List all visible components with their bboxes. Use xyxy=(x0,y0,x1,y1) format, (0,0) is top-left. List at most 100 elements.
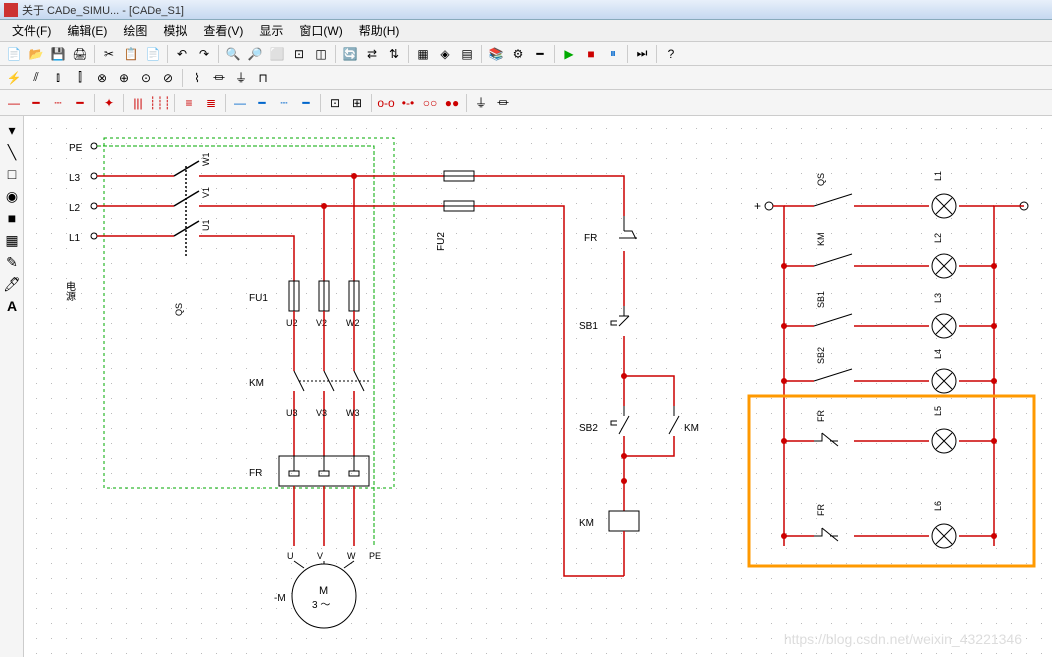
label-lad-km: KM xyxy=(816,233,826,247)
wire-blue-dash-icon[interactable]: ┄ xyxy=(274,93,294,113)
layer-icon[interactable]: ▤ xyxy=(457,44,477,64)
conn-3-icon[interactable]: ○○ xyxy=(420,93,440,113)
eyedrop-icon[interactable]: 🖊 xyxy=(2,274,22,294)
library-icon[interactable]: 📚 xyxy=(486,44,506,64)
circle-icon[interactable]: ◉ xyxy=(2,186,22,206)
comp-6-icon[interactable]: ⊕ xyxy=(114,68,134,88)
zoom-out-icon[interactable]: 🔎 xyxy=(245,44,265,64)
menu-draw[interactable]: 绘图 xyxy=(115,20,155,41)
undo-icon[interactable]: ↶ xyxy=(172,44,192,64)
cut-icon[interactable]: ✂ xyxy=(99,44,119,64)
label-lad-qs: QS xyxy=(816,173,826,186)
gnd-icon[interactable]: ⏚ xyxy=(471,93,491,113)
separator xyxy=(335,45,336,63)
snap-icon[interactable]: ◈ xyxy=(435,44,455,64)
comp-7-icon[interactable]: ⊙ xyxy=(136,68,156,88)
wire-blue2-icon[interactable]: ━ xyxy=(252,93,272,113)
label-km: KM xyxy=(249,378,264,389)
copy-icon[interactable]: 📋 xyxy=(121,44,141,64)
fill-rect-icon[interactable]: ■ xyxy=(2,208,22,228)
play-icon[interactable]: ▶ xyxy=(559,44,579,64)
menu-file[interactable]: 文件(F) xyxy=(4,20,59,41)
comp-3-icon[interactable]: ⫾ xyxy=(48,68,68,88)
label-pe: PE xyxy=(69,143,83,154)
bus3-icon[interactable]: ||| xyxy=(128,93,148,113)
toolbar-wires: — ━ ┄ ━ ✦ ||| ┊┊┊ ≡ ≣ — ━ ┄ ━ ⊡ ⊞ o-o •-… xyxy=(0,90,1052,116)
wire-blue-icon[interactable]: — xyxy=(230,93,250,113)
open-icon[interactable]: 📂 xyxy=(26,44,46,64)
stop-icon[interactable]: ■ xyxy=(581,44,601,64)
print-icon[interactable]: 🖨 xyxy=(70,44,90,64)
conn-2-icon[interactable]: •-• xyxy=(398,93,418,113)
rect-icon[interactable]: □ xyxy=(2,164,22,184)
comp-9-icon[interactable]: ⌇ xyxy=(187,68,207,88)
conn-4-icon[interactable]: ●● xyxy=(442,93,462,113)
wire-red-icon[interactable]: — xyxy=(4,93,24,113)
save-icon[interactable]: 💾 xyxy=(48,44,68,64)
new-icon[interactable]: 📄 xyxy=(4,44,24,64)
comp-4-icon[interactable]: ⫿ xyxy=(70,68,90,88)
wire-icon[interactable]: ━ xyxy=(530,44,550,64)
zoom-window-icon[interactable]: ⬜ xyxy=(267,44,287,64)
comp-12-icon[interactable]: ⊓ xyxy=(253,68,273,88)
term-1-icon[interactable]: ⊡ xyxy=(325,93,345,113)
menu-display[interactable]: 显示 xyxy=(251,20,291,41)
label-lad-l1: L1 xyxy=(933,171,943,181)
select-icon[interactable]: ▾ xyxy=(2,120,22,140)
comp-11-icon[interactable]: ⏚ xyxy=(231,68,251,88)
mirror-icon[interactable]: ⇄ xyxy=(362,44,382,64)
rotate-icon[interactable]: 🔄 xyxy=(340,44,360,64)
redo-icon[interactable]: ↷ xyxy=(194,44,214,64)
label-motor-3: 3 ～ xyxy=(312,600,330,611)
label-w: W xyxy=(347,551,356,561)
wire-red3-icon[interactable]: ━ xyxy=(70,93,90,113)
wire-blue3-icon[interactable]: ━ xyxy=(296,93,316,113)
help-icon[interactable]: ? xyxy=(661,44,681,64)
label-fu1: FU1 xyxy=(249,293,268,304)
zoom-extents-icon[interactable]: ◫ xyxy=(311,44,331,64)
toolbar-components: ⚡ ⫽ ⫾ ⫿ ⊗ ⊕ ⊙ ⊘ ⌇ ⏛ ⏚ ⊓ xyxy=(0,66,1052,90)
earth-icon[interactable]: ⏛ xyxy=(493,93,513,113)
highlight-box xyxy=(749,396,1034,566)
menu-edit[interactable]: 编辑(E) xyxy=(59,20,115,41)
separator xyxy=(218,45,219,63)
pause-icon[interactable]: ⏸ xyxy=(603,44,623,64)
comp-5-icon[interactable]: ⊗ xyxy=(92,68,112,88)
wire-red2-icon[interactable]: ━ xyxy=(26,93,46,113)
step-icon[interactable]: ⏭ xyxy=(632,44,652,64)
grid-icon[interactable]: ▦ xyxy=(413,44,433,64)
bus3b-icon[interactable]: ┊┊┊ xyxy=(150,93,170,113)
line-icon[interactable]: ╲ xyxy=(2,142,22,162)
comp-10-icon[interactable]: ⏛ xyxy=(209,68,229,88)
title-text: 关于 CADe_SIMU... - [CADe_S1] xyxy=(22,2,184,18)
menu-bar: 文件(F) 编辑(E) 绘图 模拟 查看(V) 显示 窗口(W) 帮助(H) xyxy=(0,20,1052,42)
bus-h-icon[interactable]: ≡ xyxy=(179,93,199,113)
node-icon[interactable]: ✦ xyxy=(99,93,119,113)
term-2-icon[interactable]: ⊞ xyxy=(347,93,367,113)
label-lad-fr2: FR xyxy=(816,504,826,516)
separator xyxy=(94,45,95,63)
label-v: V xyxy=(317,551,323,561)
canvas[interactable]: PE L3 L2 L1 电源 xyxy=(24,116,1052,657)
zoom-in-icon[interactable]: 🔍 xyxy=(223,44,243,64)
text-icon[interactable]: A xyxy=(2,296,22,316)
pencil-icon[interactable]: ✎ xyxy=(2,252,22,272)
separator xyxy=(174,94,175,112)
component-icon[interactable]: ⚙ xyxy=(508,44,528,64)
menu-help[interactable]: 帮助(H) xyxy=(351,20,408,41)
menu-simulate[interactable]: 模拟 xyxy=(155,20,195,41)
bus-h2-icon[interactable]: ≣ xyxy=(201,93,221,113)
zoom-fit-icon[interactable]: ⊡ xyxy=(289,44,309,64)
menu-window[interactable]: 窗口(W) xyxy=(291,20,350,41)
hatch-icon[interactable]: ▦ xyxy=(2,230,22,250)
comp-1-icon[interactable]: ⚡ xyxy=(4,68,24,88)
flip-icon[interactable]: ⇅ xyxy=(384,44,404,64)
menu-view[interactable]: 查看(V) xyxy=(195,20,251,41)
label-l3: L3 xyxy=(69,173,81,184)
app-icon xyxy=(4,3,18,17)
paste-icon[interactable]: 📄 xyxy=(143,44,163,64)
wire-red-dash-icon[interactable]: ┄ xyxy=(48,93,68,113)
comp-8-icon[interactable]: ⊘ xyxy=(158,68,178,88)
comp-2-icon[interactable]: ⫽ xyxy=(26,68,46,88)
conn-1-icon[interactable]: o-o xyxy=(376,93,396,113)
